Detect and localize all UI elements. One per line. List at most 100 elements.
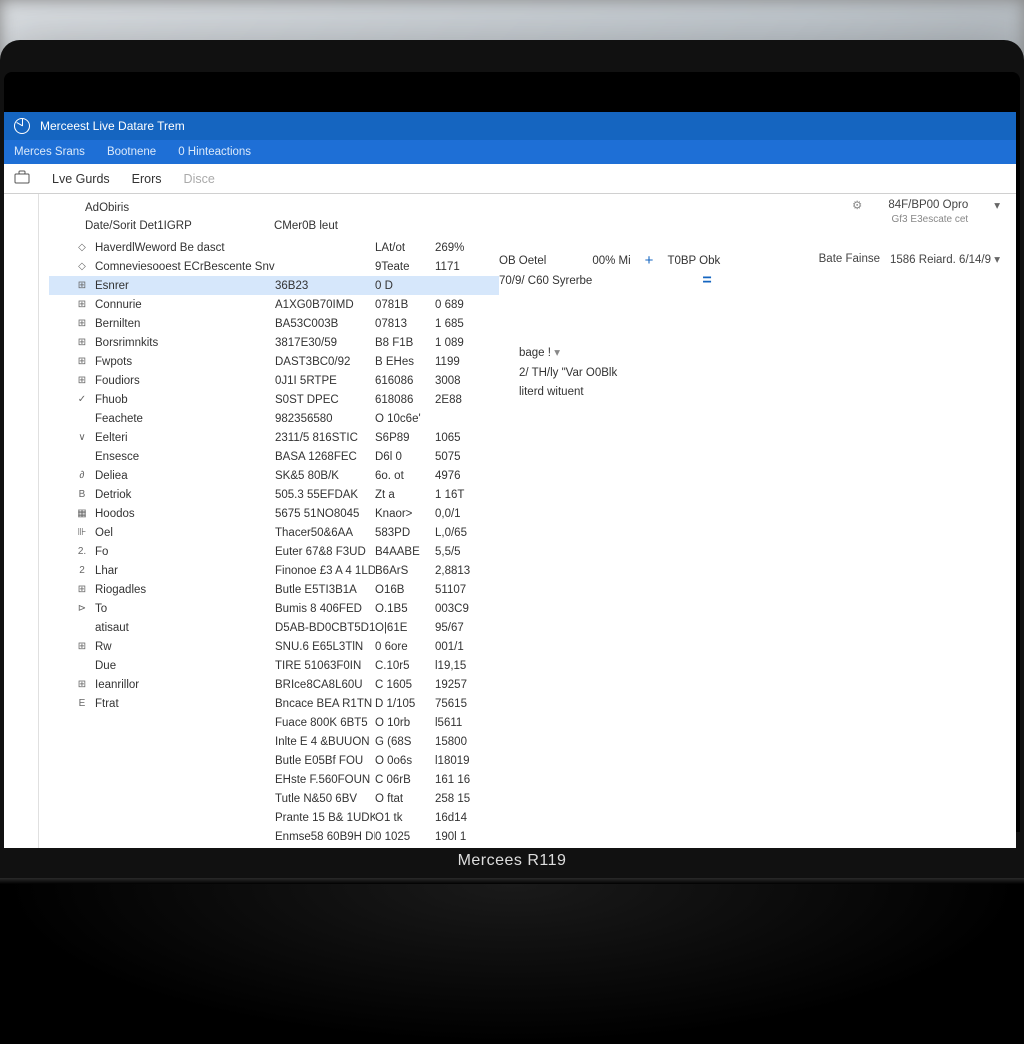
menubar: Merces Srans Bootnene 0 Hinteactions xyxy=(4,140,1016,164)
section-label: AdObiris xyxy=(85,202,499,214)
tree-row[interactable]: Prante 15 B& 1UDKO1 tk16d14 xyxy=(49,808,499,827)
tree-row[interactable]: ⊪OelThacer50&6AA583PDL,0/65 xyxy=(49,523,499,542)
tree-row[interactable]: 2.FoEuter 67&8 F3UDB4AABE5,5/5 xyxy=(49,542,499,561)
menu-sources[interactable]: Merces Srans xyxy=(14,146,85,158)
tab-errors[interactable]: Erors xyxy=(132,172,162,186)
left-gutter xyxy=(4,194,39,848)
row-val3: 2,8813 xyxy=(435,565,485,577)
tab-disce[interactable]: Disce xyxy=(184,172,215,186)
tree-row[interactable]: ⊞FwpotsDAST3BC0/92B EHes1199 xyxy=(49,352,499,371)
tree-row[interactable]: EFtratBncace BEA R1TND 1/10575615 xyxy=(49,694,499,713)
app-title: Merceest Live Datare Trem xyxy=(40,119,185,133)
row-icon: ⊞ xyxy=(73,280,91,291)
row-val3: 258 15 xyxy=(435,793,485,805)
row-name: Detriok xyxy=(95,489,275,501)
menu-interactions[interactable]: 0 Hinteactions xyxy=(178,146,251,158)
row-val1: Tutle N&50 6BV xyxy=(275,793,375,805)
row-val2: 6o. ot xyxy=(375,470,435,482)
row-val2: D 1/105 xyxy=(375,698,435,710)
info-dropdown[interactable] xyxy=(994,198,1000,212)
col-data[interactable]: Date/Sorit Det1IGRP xyxy=(49,220,274,232)
tree-row[interactable]: ⊞IeanrillorBRIce8CA8L60UC 160519257 xyxy=(49,675,499,694)
row-val3: 190l 1 xyxy=(435,831,485,843)
tree-row[interactable]: ∨Eelteri2311/5 816STICS6P891065 xyxy=(49,428,499,447)
range-value[interactable]: 1586 Reiard. 6/14/9 xyxy=(890,252,1000,266)
data-tree[interactable]: ◇HaverdlWeword Be dasctLAt/ot269%◇Comnev… xyxy=(49,238,499,848)
tree-row[interactable]: Enmoas D1AIREE inor18611 xyxy=(49,846,499,848)
row-val3: l5611 xyxy=(435,717,485,729)
row-name: Riogadles xyxy=(95,584,275,596)
row-icon: ⊞ xyxy=(73,584,91,595)
tree-row[interactable]: Enmse58 60B9H DI0 1025190l 1 xyxy=(49,827,499,846)
col-cmac[interactable]: CMer0B leut xyxy=(274,220,364,232)
tree-row[interactable]: atisautD5AB-BD0CBT5D1O|61E95/67 xyxy=(49,618,499,637)
row-val3: 95/67 xyxy=(435,622,485,634)
menu-bootline[interactable]: Bootnene xyxy=(107,146,156,158)
briefcase-icon[interactable] xyxy=(14,170,30,187)
tree-row[interactable]: ⊞BerniltenBA53C003B078131 685 xyxy=(49,314,499,333)
row-name: Fwpots xyxy=(95,356,275,368)
row-icon: ⊞ xyxy=(73,318,91,329)
row-val2: O 10rb xyxy=(375,717,435,729)
row-val2: LAt/ot xyxy=(375,242,435,254)
row-val3: 15800 xyxy=(435,736,485,748)
tree-row[interactable]: Fuace 800K 6BT5O 10rbl5611 xyxy=(49,713,499,732)
row-val1: BRIce8CA8L60U xyxy=(275,679,375,691)
row-val3: 16d14 xyxy=(435,812,485,824)
row-val2: C 1605 xyxy=(375,679,435,691)
readout-line1: 2/ TH/ly "Var O0Blk xyxy=(519,364,617,384)
tree-row[interactable]: DueTIRE 51063F0INC.10r5l19,15 xyxy=(49,656,499,675)
row-val2: 0 1025 xyxy=(375,831,435,843)
tree-row[interactable]: Feachete982356580O 10c6e' xyxy=(49,409,499,428)
screen-bezel: Merceest Live Datare Trem Merces Srans B… xyxy=(4,72,1020,832)
row-name: Ieanrillor xyxy=(95,679,275,691)
tree-row[interactable]: ◇HaverdlWeword Be dasctLAt/ot269% xyxy=(49,238,499,257)
tree-row[interactable]: ⊞Borsrimnkits3817E30/59B8 F1B1 089 xyxy=(49,333,499,352)
row-val2: O ftat xyxy=(375,793,435,805)
tree-row[interactable]: ◇Comneviesooest ECrBescente Snvos9Teate1… xyxy=(49,257,499,276)
tree-row[interactable]: ⊞Esnrer36B230 D xyxy=(49,276,499,295)
tree-row[interactable]: ∂DelieaSK&5 80B/K6o. ot4976 xyxy=(49,466,499,485)
row-val3: 0,0/1 xyxy=(435,508,485,520)
tree-row[interactable]: 2LharFinonoe £3 A 4 1LDB6ArS2,8813 xyxy=(49,561,499,580)
plus-icon[interactable]: + xyxy=(645,252,654,269)
row-val2: B6ArS xyxy=(375,565,435,577)
tree-row[interactable]: EnsesceBASA 1268FECD6l 05075 xyxy=(49,447,499,466)
tree-row[interactable]: ✓FhuobS0ST DPEC6180862E88 xyxy=(49,390,499,409)
row-name: Comneviesooest ECrBescente Snvos xyxy=(95,261,275,273)
row-val1: 5675 51NO8045 xyxy=(275,508,375,520)
row-val2: 0781B xyxy=(375,299,435,311)
tree-row[interactable]: ▦Hoodos5675 51NO8045Knaor>0,0/1 xyxy=(49,504,499,523)
tree-row[interactable]: Tutle N&50 6BVO ftat258 15 xyxy=(49,789,499,808)
row-icon: ∂ xyxy=(73,470,91,481)
row-val1: Butle E05Bf FOU xyxy=(275,755,375,767)
tree-column: AdObiris Date/Sorit Det1IGRP CMer0B leut… xyxy=(39,194,499,848)
settings-icon[interactable]: ⚙ xyxy=(852,198,862,212)
tree-row[interactable]: ⊞RwSNU.6 E65L3TlN0 6ore001/1 xyxy=(49,637,499,656)
row-val3: 003C9 xyxy=(435,603,485,615)
tree-row[interactable]: ⊳ToBumis 8 406FEDO.1B5003C9 xyxy=(49,599,499,618)
tree-row[interactable]: Inlte E 4 &BUUONG (68S15800 xyxy=(49,732,499,751)
row-val3: 75615 xyxy=(435,698,485,710)
row-val3: 0 689 xyxy=(435,299,485,311)
row-val1: S0ST DPEC xyxy=(275,394,375,406)
info-line2: Gf3 E3escate cet xyxy=(892,213,969,226)
tree-row[interactable]: BDetriok505.3 55EFDAKZt a1 16T xyxy=(49,485,499,504)
row-val3: 5075 xyxy=(435,451,485,463)
row-name: Borsrimnkits xyxy=(95,337,275,349)
equals-icon[interactable]: = xyxy=(702,272,711,290)
header-controls: ⚙ 84F/BP00 Opro Gf3 E3escate cet xyxy=(852,198,1000,226)
row-val2: 618086 xyxy=(375,394,435,406)
tree-row[interactable]: EHste F.560FOUNC 06rB161 16 xyxy=(49,770,499,789)
tree-row[interactable]: ⊞ConnurieA1XG0B70IMD0781B0 689 xyxy=(49,295,499,314)
tree-row[interactable]: ⊞RiogadlesButle E5TI3B1AO16B51107 xyxy=(49,580,499,599)
tree-row[interactable]: ⊞Foudiors0J1I 5RTPE6160863008 xyxy=(49,371,499,390)
tab-live-cards[interactable]: Lve Gurds xyxy=(52,172,110,186)
row-val1: D5AB-BD0CBT5D1 xyxy=(275,622,375,634)
date-range-row: Bate Fainse 1586 Reiard. 6/14/9 xyxy=(819,252,1000,266)
row-val3: 1171 xyxy=(435,261,485,273)
row-name: Esnrer xyxy=(95,280,275,292)
tree-row[interactable]: Butle E05Bf FOUO 0o6sl18019 xyxy=(49,751,499,770)
row-val2: G (68S xyxy=(375,736,435,748)
row-val1: 0J1I 5RTPE xyxy=(275,375,375,387)
